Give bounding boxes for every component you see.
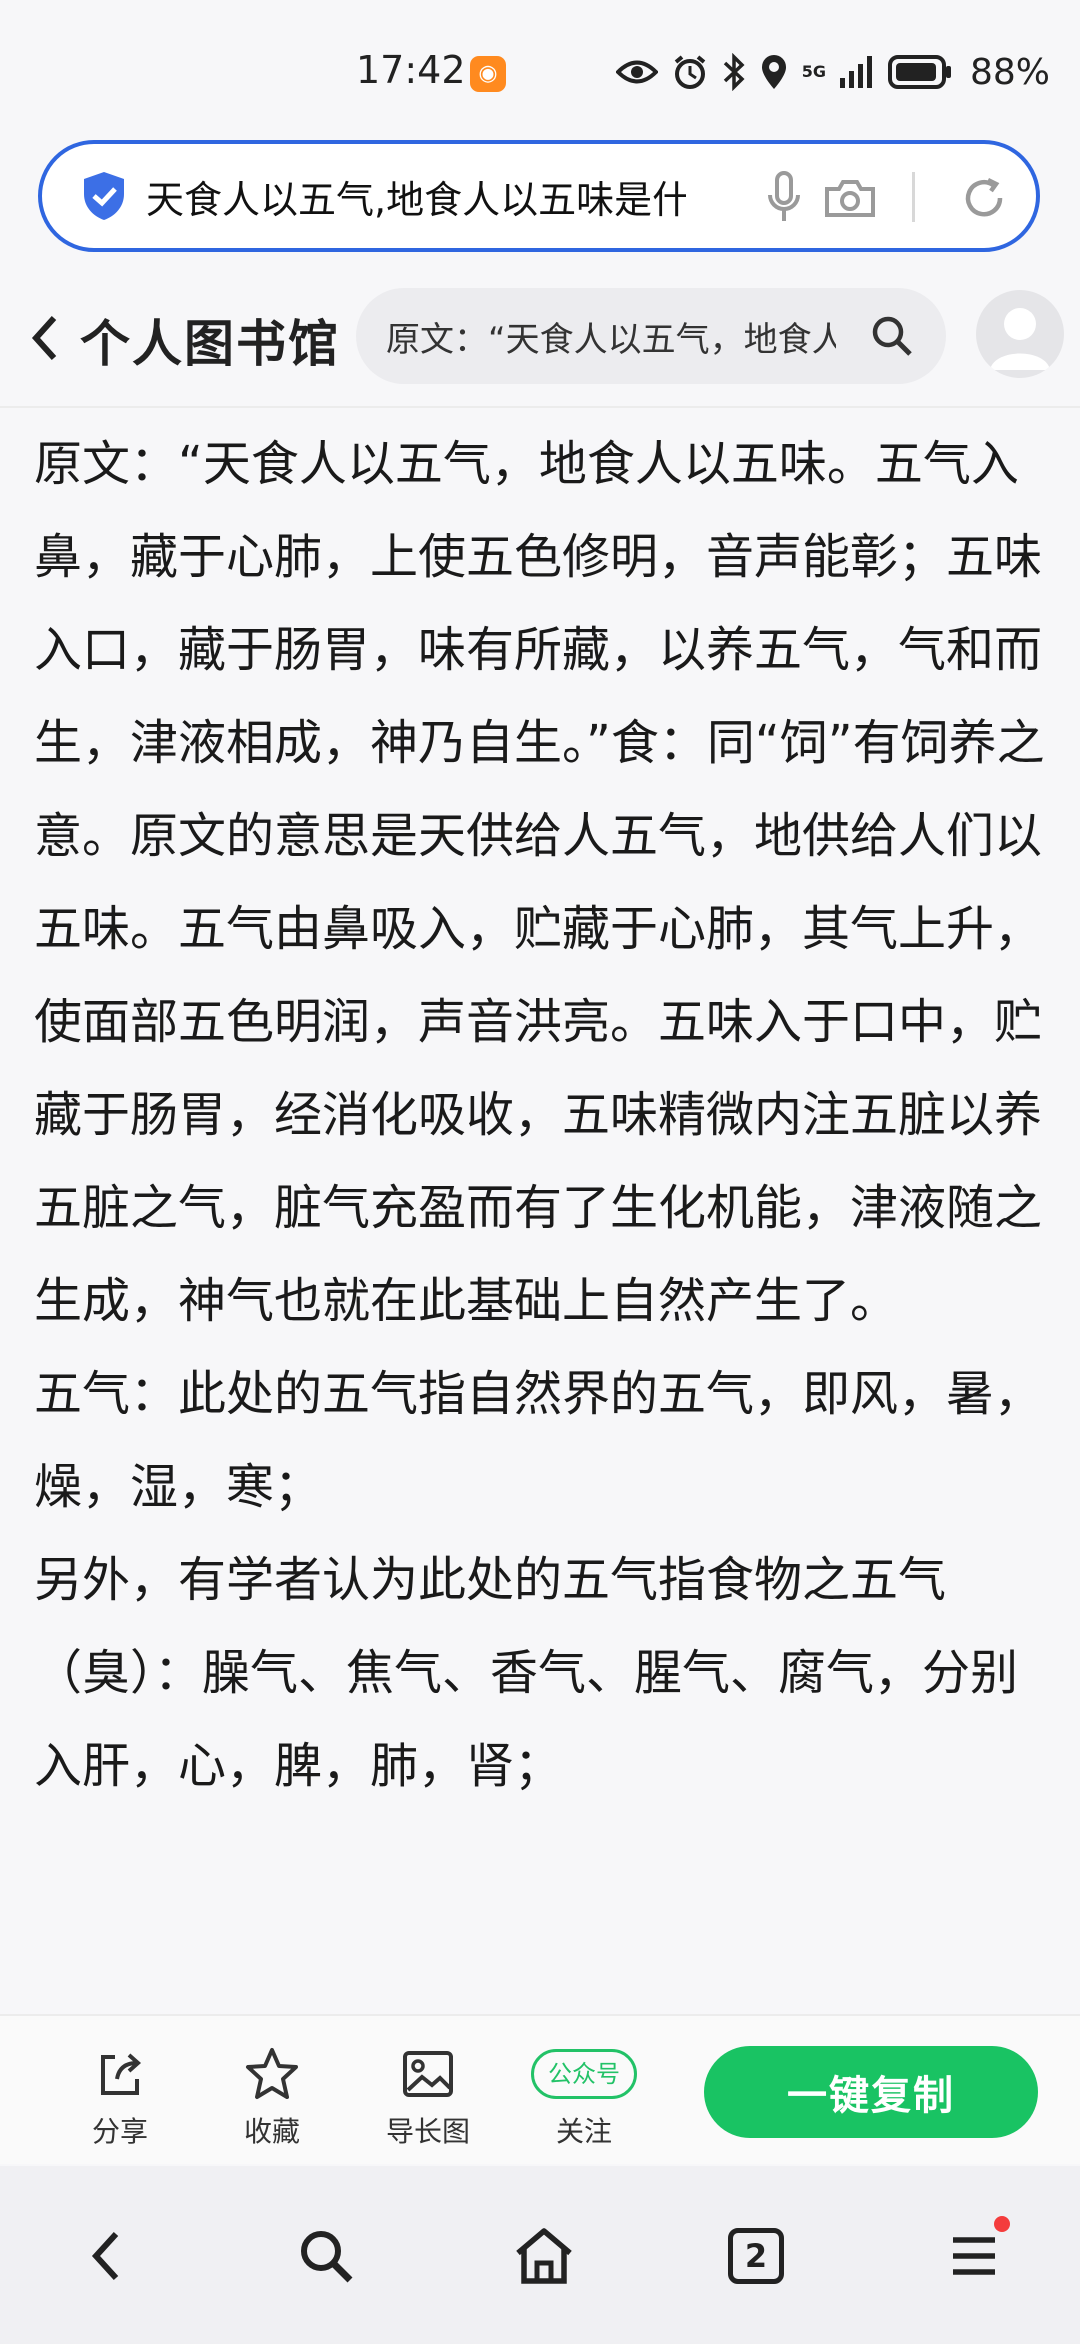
screen: 17:42 ◉ 5G 88% 天食人以五气,地食人以五味是什 个人图书馆 原文：…: [0, 0, 1080, 2344]
official-account-badge: 公众号: [531, 2049, 637, 2099]
status-bar: 17:42 ◉ 5G 88%: [0, 0, 1080, 140]
menu-icon: [953, 2237, 995, 2275]
share-icon: [101, 2053, 142, 2095]
site-search-text[interactable]: 原文：“天食人以五气，地食人以五味。: [386, 312, 836, 361]
site-header: 个人图书馆 原文：“天食人以五气，地食人以五味。: [0, 268, 1080, 408]
avatar[interactable]: [976, 290, 1064, 378]
follow-label: 关注: [555, 2115, 612, 2148]
location-icon: [761, 55, 786, 89]
network-type: 5G: [801, 62, 826, 81]
article-content: 原文：“天食人以五气，地食人以五味。五气入鼻，藏于心肺，上使五色修明，音声能彰；…: [34, 418, 1046, 2010]
notification-dot: [994, 2216, 1010, 2232]
nav-menu-button[interactable]: [934, 2216, 1014, 2296]
bottom-nav: 2: [0, 2166, 1080, 2344]
status-time: 17:42: [356, 48, 466, 92]
nav-home-button[interactable]: [504, 2216, 584, 2296]
site-search-box[interactable]: 原文：“天食人以五气，地食人以五味。: [356, 288, 946, 384]
article-paragraph: 原文：“天食人以五气，地食人以五味。五气入鼻，藏于心肺，上使五色修明，音声能彰；…: [34, 436, 1045, 1329]
home-icon: [516, 2228, 572, 2284]
bluetooth-icon: [723, 53, 745, 91]
site-logo[interactable]: 个人图书馆: [80, 304, 340, 376]
battery-icon: [887, 55, 951, 89]
star-icon: [246, 2048, 298, 2099]
long-image-button[interactable]: 导长图: [368, 2046, 488, 2150]
copy-all-button[interactable]: 一键复制: [704, 2046, 1038, 2138]
article-paragraph: 五气：此处的五气指自然界的五气，即风，暑，燥，湿，寒；: [34, 1366, 1043, 1515]
eye-icon: [615, 60, 658, 84]
share-label: 分享: [91, 2115, 148, 2148]
address-bar[interactable]: 天食人以五气,地食人以五味是什么意思: [38, 140, 1040, 252]
image-icon: [403, 2051, 453, 2097]
nav-tabs-button[interactable]: 2: [716, 2216, 796, 2296]
microphone-icon: [768, 171, 800, 221]
address-query[interactable]: 天食人以五气,地食人以五味是什么意思: [146, 169, 686, 224]
article-paragraph: 另外，有学者认为此处的五气指食物之五气（臭）：臊气、焦气、香气、腥气、腐气，分别…: [34, 1552, 1019, 1794]
back-chevron-icon[interactable]: [24, 308, 64, 368]
action-bar: 分享 收藏 导长图 公众号 关注 一键复制: [0, 2014, 1080, 2164]
refresh-icon: [965, 177, 1003, 217]
voice-search-button[interactable]: [754, 168, 814, 228]
chevron-left-icon: [91, 2231, 119, 2281]
nav-search-button[interactable]: [286, 2216, 366, 2296]
favorite-button[interactable]: 收藏: [212, 2046, 332, 2150]
follow-button[interactable]: 公众号 关注: [524, 2046, 644, 2150]
alarm-icon: [674, 55, 705, 89]
app-notification-icon: ◉: [470, 56, 506, 92]
tab-count: 2: [728, 2228, 784, 2284]
shield-icon: [84, 172, 124, 220]
user-icon: [990, 308, 1050, 370]
address-divider: [912, 172, 915, 222]
search-icon[interactable]: [868, 312, 916, 360]
signal-icon: [839, 56, 872, 88]
share-button[interactable]: 分享: [60, 2046, 180, 2150]
battery-percent: 88%: [969, 51, 1050, 93]
refresh-button[interactable]: [954, 168, 1014, 228]
favorite-label: 收藏: [243, 2115, 300, 2148]
camera-icon: [825, 180, 875, 217]
long-image-label: 导长图: [385, 2115, 470, 2148]
status-icons: 5G 88%: [615, 50, 1050, 94]
camera-search-button[interactable]: [820, 168, 880, 228]
nav-back-button[interactable]: [66, 2216, 146, 2296]
search-icon: [301, 2231, 353, 2283]
